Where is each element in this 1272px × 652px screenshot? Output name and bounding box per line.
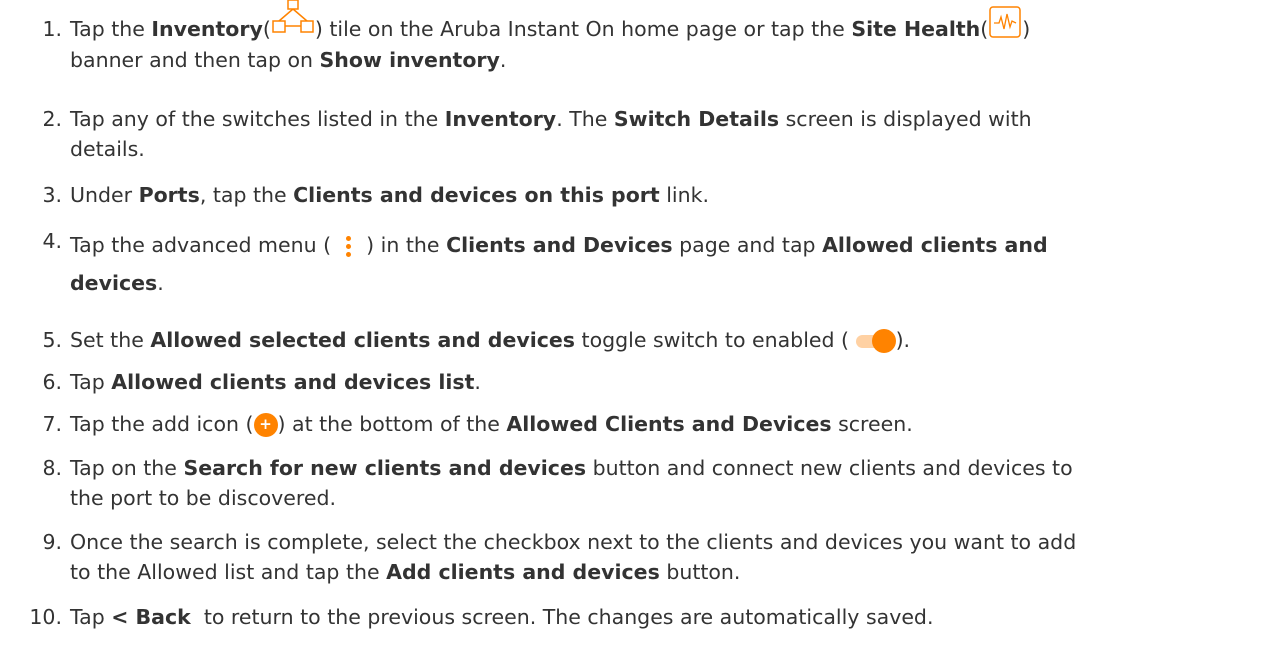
inventory-label: Inventory — [151, 17, 263, 41]
step-text-segment: Tap on the — [70, 456, 184, 480]
step-text-segment: Tap — [70, 605, 112, 629]
allowed-clients-label-cont: devices — [70, 271, 158, 295]
step-text-segment: ( — [980, 17, 989, 41]
clients-and-devices-label: Clients and Devices — [446, 233, 673, 257]
allowed-selected-label: Allowed selected clients and devices — [150, 328, 576, 352]
step-number: 5. — [42, 328, 62, 352]
step-text-segment: the port to be discovered. — [70, 486, 336, 510]
switch-details-label: Switch Details — [613, 107, 780, 131]
step-text: Tap the Inventory( ) tile on the Aruba I… — [70, 0, 1240, 75]
add-icon: + — [253, 413, 278, 437]
step-text-segment: ) — [1022, 17, 1031, 41]
step-text-segment: ) tile on the Aruba Instant On home page… — [314, 17, 852, 41]
step-text-segment: . — [474, 370, 481, 394]
site-health-icon — [988, 6, 1022, 45]
ports-label: Ports — [138, 183, 200, 207]
allowed-clients-screen-label: Allowed Clients and Devices — [506, 412, 832, 436]
step-text-segment: screen is displayed with — [779, 107, 1032, 131]
site-health-label: Site Health — [851, 17, 981, 41]
back-label: < Back — [111, 605, 191, 629]
step-text-segment: ) at the bottom of the — [277, 412, 507, 436]
step-text-segment: . The — [556, 107, 614, 131]
step-text-segment: banner and then tap on — [70, 48, 320, 72]
step-text: Tap the advanced menu ( ) in the Clients… — [70, 226, 1240, 302]
step-number: 2. — [42, 107, 62, 131]
step-text-segment: to return to the previous screen. The ch… — [190, 605, 934, 629]
allowed-clients-label: Allowed clients and — [822, 233, 1048, 257]
add-clients-button-label: Add clients and devices — [386, 560, 660, 584]
step-text-segment: button. — [659, 560, 741, 584]
step-text: Under Ports, tap the Clients and devices… — [70, 180, 1240, 210]
step-text-segment: button and connect new clients and devic… — [586, 456, 1073, 480]
step-text-segment: Tap the advanced menu ( — [70, 233, 338, 257]
step-text-segment: Tap the add icon ( — [70, 412, 254, 436]
inventory-label: Inventory — [444, 107, 557, 131]
step-text-segment: Set the — [70, 328, 151, 352]
step-number: 6. — [42, 370, 62, 394]
step-number: 10. — [29, 605, 62, 629]
step-number: 7. — [42, 412, 62, 436]
kebab-menu-icon — [338, 234, 360, 258]
step-text: Set the Allowed selected clients and dev… — [70, 325, 1240, 355]
step-text-segment: details. — [70, 137, 145, 161]
step-number: 8. — [42, 456, 62, 480]
step-text-segment: Once the search is complete, select the … — [70, 530, 1077, 554]
step-text-segment: Tap — [70, 370, 112, 394]
step-text: Once the search is complete, select the … — [70, 527, 1240, 587]
step-text-segment: . — [157, 271, 164, 295]
step-text-segment: Tap the — [70, 17, 152, 41]
step-text: Tap Allowed clients and devices list. — [70, 367, 1240, 397]
step-text-segment: Under — [70, 183, 139, 207]
step-number: 4. — [42, 229, 62, 253]
step-text-segment: page and tap — [672, 233, 823, 257]
show-inventory-label: Show inventory — [319, 48, 500, 72]
step-number: 9. — [42, 530, 62, 554]
step-text-segment: to the Allowed list and tap the — [70, 560, 387, 584]
step-text-segment: , tap the — [199, 183, 294, 207]
step-text: Tap < Back to return to the previous scr… — [70, 602, 1240, 632]
step-text: Tap any of the switches listed in the In… — [70, 104, 1240, 164]
step-text-segment: ). — [895, 328, 911, 352]
step-text-segment: Tap any of the switches listed in the — [70, 107, 445, 131]
toggle-on-icon — [855, 329, 896, 353]
step-text-segment: . — [499, 48, 507, 72]
clients-on-port-link-label: Clients and devices on this port — [293, 183, 660, 207]
step-text: Tap the add icon (+) at the bottom of th… — [70, 409, 1240, 439]
step-number: 1. — [42, 17, 62, 41]
step-text-segment: toggle switch to enabled ( — [575, 328, 856, 352]
inventory-icon — [271, 0, 315, 37]
allowed-list-label: Allowed clients and devices list — [111, 370, 475, 394]
step-text-segment: screen. — [831, 412, 913, 436]
step-text: Tap on the Search for new clients and de… — [70, 453, 1240, 513]
search-button-label: Search for new clients and devices — [183, 456, 587, 480]
step-text-segment: link. — [659, 183, 710, 207]
step-text-segment: ( — [262, 17, 271, 41]
step-text-segment: ) in the — [359, 233, 447, 257]
step-number: 3. — [42, 183, 62, 207]
